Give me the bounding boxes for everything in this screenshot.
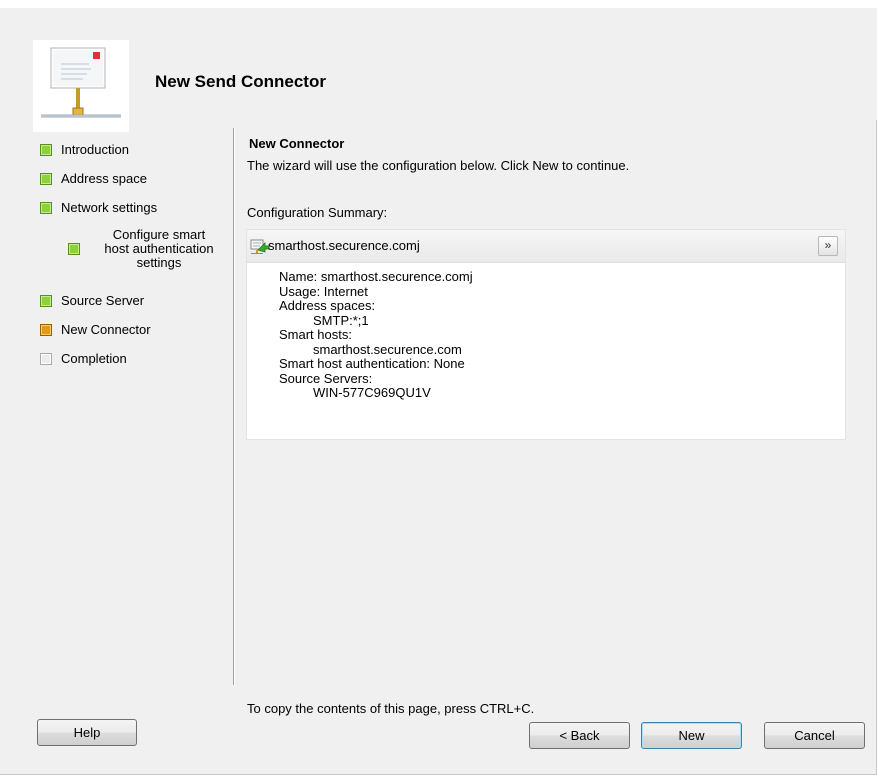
step-label: Source Server [61, 293, 145, 308]
nav-divider [233, 128, 234, 685]
wizard-header: New Send Connector [0, 8, 877, 132]
cancel-button[interactable]: Cancel [764, 722, 865, 749]
step-complete-icon [40, 144, 52, 156]
summary-label: Configuration Summary: [247, 205, 388, 220]
summary-line: Source Servers: [279, 370, 373, 386]
copy-hint: To copy the contents of this page, press… [247, 701, 535, 716]
window-top-edge [0, 0, 877, 8]
configuration-summary-panel: smarthost.securence.comj » Name: smartho… [246, 229, 846, 440]
summary-header[interactable]: smarthost.securence.comj » [247, 230, 845, 263]
step-label-line: Configure smart [112, 227, 206, 242]
connector-icon [250, 239, 270, 254]
summary-line: Name: smarthost.securence.comj [279, 269, 473, 284]
new-button[interactable]: New [641, 722, 742, 749]
summary-line: WIN-577C969QU1V [313, 385, 431, 400]
page-description: The wizard will use the configuration be… [247, 158, 630, 173]
summary-line: Smart host authentication: None [279, 356, 465, 371]
step-label: Completion [61, 351, 127, 366]
step-label-line: host authentication [104, 241, 214, 256]
step-label: Network settings [61, 200, 158, 215]
step-configure-smart-host-auth: Configure smart host authentication sett… [68, 228, 233, 270]
summary-line: Address spaces: [279, 298, 376, 313]
back-button[interactable]: < Back [529, 722, 630, 749]
step-label: New Connector [61, 322, 151, 337]
send-connector-icon [33, 40, 129, 132]
page-title: New Connector [249, 136, 345, 151]
wizard-title: New Send Connector [155, 72, 326, 91]
step-complete-icon [68, 243, 80, 255]
summary-line: smarthost.securence.com [313, 341, 462, 357]
double-chevron-up-icon: » [824, 238, 832, 252]
collapse-button[interactable]: » [818, 236, 838, 256]
summary-line: Usage: Internet [279, 283, 368, 299]
summary-header-title: smarthost.securence.comj [268, 238, 420, 253]
step-label: Introduction [61, 142, 129, 157]
step-current-icon [40, 324, 52, 336]
summary-line: SMTP:*;1 [313, 312, 369, 328]
step-completion: Completion [40, 351, 127, 366]
step-complete-icon [40, 295, 52, 307]
step-introduction: Introduction [40, 142, 129, 157]
step-network-settings: Network settings [40, 200, 157, 215]
step-label: Configure smart host authentication sett… [85, 228, 233, 270]
step-pending-icon [40, 353, 52, 365]
step-label: Address space [61, 171, 147, 186]
step-label-line: settings [136, 255, 182, 270]
help-button[interactable]: Help [37, 719, 137, 746]
step-new-connector: New Connector [40, 322, 151, 337]
step-complete-icon [40, 202, 52, 214]
wizard-window: New Send Connector Introduction Address … [0, 0, 877, 775]
step-source-server: Source Server [40, 293, 144, 308]
summary-line: Smart hosts: [279, 327, 352, 342]
step-complete-icon [40, 173, 52, 185]
step-address-space: Address space [40, 171, 147, 186]
